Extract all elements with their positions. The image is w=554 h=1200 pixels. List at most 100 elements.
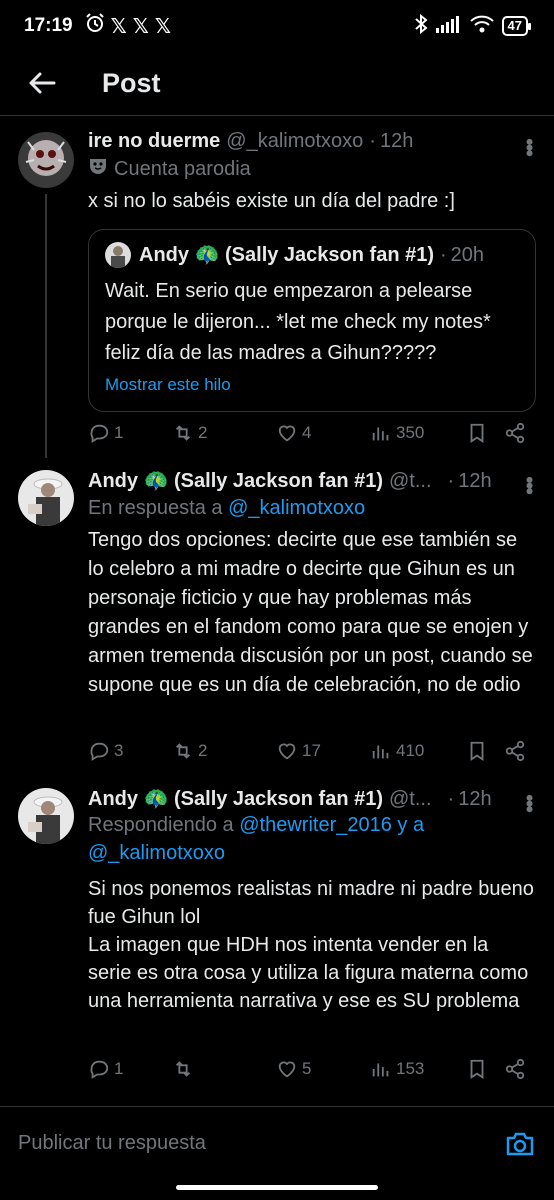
like-button[interactable]: 4 xyxy=(276,422,311,444)
separator-dot: · xyxy=(369,130,376,152)
parody-label-text: Cuenta parodia xyxy=(114,157,251,180)
handle[interactable]: @_kalimotxoxo xyxy=(226,130,363,153)
post-time: 12h xyxy=(458,788,492,810)
post-text: x si no lo sabéis existe un día del padr… xyxy=(88,190,455,212)
heart-icon xyxy=(278,743,296,760)
mention-link[interactable]: @_kalimotxoxo xyxy=(228,497,365,519)
reply-context: En respuesta a @_kalimotxoxo xyxy=(88,497,534,520)
like-button[interactable]: 17 xyxy=(276,740,321,762)
x-notification-icon: 𝕏 xyxy=(132,14,149,38)
camera-icon[interactable] xyxy=(504,1128,536,1160)
reply-input[interactable] xyxy=(18,1132,504,1155)
bookmark-button[interactable] xyxy=(466,740,488,762)
more-options-icon[interactable]: ••• xyxy=(517,138,542,155)
bookmark-icon xyxy=(470,1059,484,1079)
handle[interactable]: @t... xyxy=(389,470,432,493)
avatar[interactable] xyxy=(18,132,74,188)
share-button[interactable] xyxy=(504,1058,526,1080)
top-bar: Post xyxy=(0,52,554,114)
like-button[interactable]: 5 xyxy=(276,1058,311,1080)
views-button[interactable]: 153 xyxy=(370,1058,424,1080)
retweet-button[interactable]: 2 xyxy=(172,422,207,444)
reply-context-prefix: Respondiendo a xyxy=(88,814,240,836)
quote-display-name: Andy 🦚 (Sally Jackson fan #1) xyxy=(139,244,434,266)
display-name[interactable]: Andy 🦚 (Sally Jackson fan #1) xyxy=(88,468,383,493)
retweet-icon xyxy=(175,425,191,441)
view-count: 410 xyxy=(396,741,425,760)
share-icon xyxy=(505,422,525,444)
retweet-button[interactable] xyxy=(172,1058,198,1080)
share-icon xyxy=(505,740,525,762)
more-options-icon[interactable]: ••• xyxy=(517,476,542,493)
view-count: 350 xyxy=(396,423,425,442)
quote-text: Wait. En serio que empezaron a pelearse … xyxy=(105,280,497,364)
share-button[interactable] xyxy=(504,422,526,444)
x-notification-icon: 𝕏 xyxy=(110,14,127,38)
retweet-button[interactable]: 2 xyxy=(172,740,207,762)
quoted-post[interactable]: Andy 🦚 (Sally Jackson fan #1) · 20h Wait… xyxy=(88,229,536,412)
thread-line xyxy=(45,194,47,458)
reply-icon xyxy=(90,424,109,443)
display-name[interactable]: ire no duerme xyxy=(88,130,220,153)
post-time: 12h xyxy=(458,470,492,492)
post-actions: 1 5 153 xyxy=(88,1054,534,1084)
post-header: Andy 🦚 (Sally Jackson fan #1) @t... · 12… xyxy=(88,468,534,493)
quote-avatar xyxy=(105,242,131,268)
home-indicator[interactable] xyxy=(176,1185,378,1190)
heart-icon xyxy=(278,425,296,442)
like-count: 17 xyxy=(302,741,321,760)
view-count: 153 xyxy=(396,1059,425,1078)
mask-icon xyxy=(88,157,108,181)
views-button[interactable]: 410 xyxy=(370,740,424,762)
reply-button[interactable]: 1 xyxy=(88,1058,123,1080)
share-button[interactable] xyxy=(504,740,526,762)
more-options-icon[interactable]: ••• xyxy=(517,794,542,811)
post-text: Si nos ponemos realistas ni madre ni pad… xyxy=(88,878,534,1012)
retweet-count: 2 xyxy=(198,423,208,442)
show-thread-link[interactable]: Mostrar este hilo xyxy=(105,375,519,395)
reply-icon xyxy=(90,742,109,761)
views-icon xyxy=(372,745,389,759)
battery-icon: 47 xyxy=(501,16,532,36)
bookmark-button[interactable] xyxy=(466,422,488,444)
views-button[interactable]: 350 xyxy=(370,422,424,444)
post-actions: 3 2 17 410 xyxy=(88,736,534,766)
reply-context-prefix: En respuesta a xyxy=(88,497,229,519)
avatar[interactable] xyxy=(18,788,74,844)
bookmark-button[interactable] xyxy=(466,1058,488,1080)
parody-label: Cuenta parodia xyxy=(88,157,534,181)
separator-dot: · xyxy=(447,470,455,492)
divider xyxy=(0,115,554,116)
handle[interactable]: @t... xyxy=(389,788,432,811)
avatar[interactable] xyxy=(18,470,74,526)
post-time: 12h xyxy=(379,130,414,152)
reply-context: Respondiendo a @thewriter_2016 y a @_kal… xyxy=(88,811,534,867)
page-title: Post xyxy=(102,67,161,98)
like-count: 4 xyxy=(302,423,312,442)
heart-icon xyxy=(278,1061,296,1078)
display-name[interactable]: Andy 🦚 (Sally Jackson fan #1) xyxy=(88,786,383,811)
retweet-icon xyxy=(175,1061,191,1077)
separator-dot: · xyxy=(440,244,447,266)
x-notification-icon: 𝕏 xyxy=(154,14,171,38)
post-header: Andy 🦚 (Sally Jackson fan #1) @t... · 12… xyxy=(88,786,534,811)
status-bar: 17:19 𝕏 𝕏 𝕏 47 xyxy=(0,0,554,52)
status-time: 17:19 xyxy=(24,15,73,36)
bookmark-icon xyxy=(470,741,484,761)
back-arrow-icon[interactable] xyxy=(22,63,62,103)
post-actions: 1 2 4 350 xyxy=(88,418,534,448)
signal-icon xyxy=(435,15,462,38)
retweet-icon xyxy=(175,743,191,759)
reply-icon xyxy=(90,1060,109,1079)
reply-button[interactable]: 3 xyxy=(88,740,123,762)
reply-count: 1 xyxy=(114,423,124,442)
separator-dot: · xyxy=(447,788,455,810)
post-text: Tengo dos opciones: decirte que ese tamb… xyxy=(88,529,539,696)
like-count: 5 xyxy=(302,1059,312,1078)
views-icon xyxy=(372,1063,389,1077)
share-icon xyxy=(505,1058,525,1080)
post-header: ire no duerme @_kalimotxoxo · 12h xyxy=(88,130,534,153)
reply-composer xyxy=(0,1106,554,1180)
reply-button[interactable]: 1 xyxy=(88,422,123,444)
wifi-icon xyxy=(469,15,494,38)
